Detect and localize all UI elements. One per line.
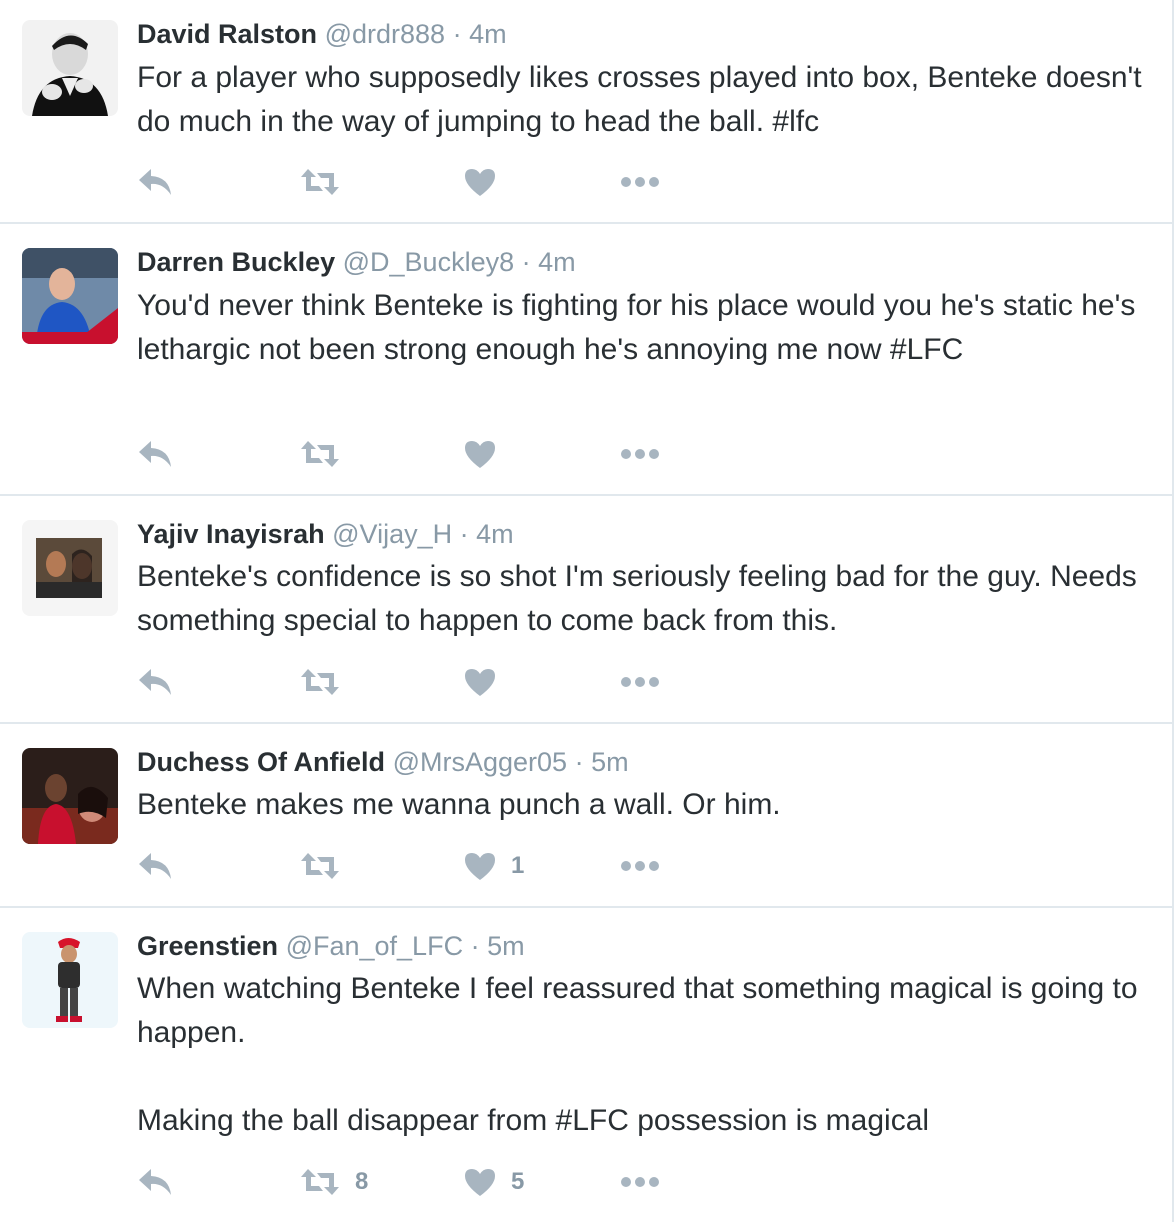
more-button[interactable] [620,162,660,202]
tweet-text: Benteke's confidence is so shot I'm seri… [137,560,1146,637]
avatar[interactable] [22,748,118,844]
tweet[interactable]: Darren Buckley @D_Buckley8 · 4m You'd ne… [0,224,1172,496]
separator: · [459,519,469,549]
reply-icon [139,441,171,467]
timeline: David Ralston @drdr888 · 4m For a player… [0,0,1174,1222]
tweet-actions: 1 [137,846,697,886]
separator: · [574,747,584,777]
heart-icon [465,169,495,196]
tweet-text: When watching Benteke I feel reassured t… [137,972,1138,1137]
heart-icon [465,853,495,880]
more-icon [621,177,659,187]
tweet[interactable]: Yajiv Inayisrah @Vijay_H · 4m Benteke's … [0,496,1172,724]
retweet-icon [301,1169,339,1195]
reply-button[interactable] [137,846,175,886]
more-button[interactable] [620,434,660,474]
more-button[interactable] [620,1162,660,1202]
like-button[interactable] [463,662,511,702]
timestamp[interactable]: 5m [487,931,525,961]
retweet-button[interactable] [299,662,341,702]
retweet-icon [301,169,339,195]
tweet[interactable]: Greenstien @Fan_of_LFC · 5m When watchin… [0,908,1172,1222]
author-name[interactable]: Darren Buckley [137,247,335,277]
author-name[interactable]: Duchess Of Anfield [137,747,385,777]
reply-icon [139,853,171,879]
reply-icon [139,669,171,695]
more-icon [621,1177,659,1187]
like-count: 5 [511,1168,525,1195]
retweet-button[interactable]: 8 [299,1162,368,1202]
timestamp[interactable]: 5m [591,747,629,777]
more-icon [621,861,659,871]
retweet-button[interactable] [299,846,341,886]
retweet-icon [301,669,339,695]
reply-button[interactable] [137,434,175,474]
author-handle[interactable]: @drdr888 [325,19,445,49]
avatar[interactable] [22,248,118,344]
timestamp[interactable]: 4m [469,19,507,49]
more-icon [621,677,659,687]
tweet-actions [137,162,697,202]
reply-button[interactable] [137,162,175,202]
retweet-count: 8 [355,1168,369,1195]
tweet-actions [137,662,697,702]
like-button[interactable]: 1 [463,846,524,886]
author-handle[interactable]: @D_Buckley8 [343,247,514,277]
reply-button[interactable] [137,662,175,702]
tweet-text: You'd never think Benteke is fighting fo… [137,289,1144,366]
reply-icon [139,1169,171,1195]
separator: · [521,247,531,277]
heart-icon [465,669,495,696]
author-handle[interactable]: @Fan_of_LFC [286,931,464,961]
tweet-text: For a player who supposedly likes crosse… [137,61,1150,138]
tweet-actions: 8 5 [137,1162,697,1202]
avatar[interactable] [22,520,118,616]
tweet-actions [137,434,697,474]
like-count: 1 [511,852,525,879]
more-button[interactable] [620,846,660,886]
heart-icon [465,1169,495,1196]
more-button[interactable] [620,662,660,702]
timestamp[interactable]: 4m [538,247,576,277]
author-name[interactable]: David Ralston [137,19,317,49]
tweet[interactable]: David Ralston @drdr888 · 4m For a player… [0,0,1172,224]
retweet-icon [301,853,339,879]
like-button[interactable]: 5 [463,1162,524,1202]
more-icon [621,449,659,459]
tweet[interactable]: Duchess Of Anfield @MrsAgger05 · 5m Bent… [0,724,1172,908]
timestamp[interactable]: 4m [476,519,514,549]
avatar[interactable] [22,20,118,116]
heart-icon [465,441,495,468]
like-button[interactable] [463,162,511,202]
author-handle[interactable]: @Vijay_H [332,519,452,549]
avatar[interactable] [22,932,118,1028]
tweet-text: Benteke makes me wanna punch a wall. Or … [137,788,781,821]
author-handle[interactable]: @MrsAgger05 [393,747,567,777]
separator: · [470,931,480,961]
reply-icon [139,169,171,195]
retweet-button[interactable] [299,162,341,202]
author-name[interactable]: Yajiv Inayisrah [137,519,325,549]
separator: · [452,19,462,49]
retweet-button[interactable] [299,434,341,474]
like-button[interactable] [463,434,511,474]
author-name[interactable]: Greenstien [137,931,278,961]
retweet-icon [301,441,339,467]
reply-button[interactable] [137,1162,175,1202]
